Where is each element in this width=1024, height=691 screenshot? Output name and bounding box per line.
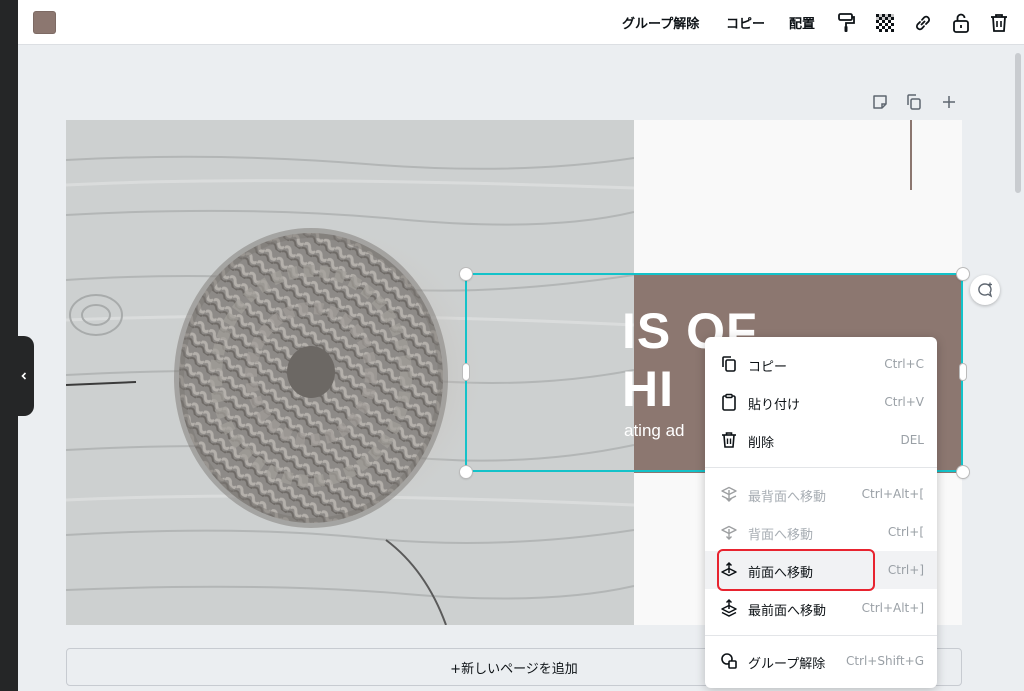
crochet-photo[interactable] [66, 120, 634, 625]
menu-item-shortcut: Ctrl+Alt+[ [861, 487, 924, 501]
menu-divider [705, 467, 937, 468]
menu-item-delete[interactable]: 削除 DEL [705, 421, 937, 459]
copy-icon [722, 356, 736, 372]
resize-handle-top-right[interactable] [957, 268, 969, 280]
menu-item-label: 前面へ移動 [748, 566, 814, 581]
menu-item-send-backward[interactable]: 背面へ移動 Ctrl+[ [705, 513, 937, 551]
copy-button[interactable]: コピー [726, 13, 765, 32]
subheading-text[interactable]: ating ad [624, 422, 685, 439]
lock-icon[interactable] [949, 11, 973, 35]
menu-item-label: コピー [748, 360, 788, 375]
top-toolbar: グループ解除 コピー 配置 [18, 0, 1024, 45]
send-to-back-icon [721, 486, 737, 502]
clipboard-icon [722, 393, 736, 411]
resize-handle-right[interactable] [960, 364, 966, 380]
chevron-left-icon [21, 372, 27, 380]
menu-item-shortcut: DEL [900, 433, 924, 447]
menu-item-bring-forward[interactable]: 前面へ移動 Ctrl+] [705, 551, 937, 589]
duplicate-icon[interactable] [904, 92, 924, 112]
menu-item-label: 最前面へ移動 [748, 604, 827, 619]
paint-roller-icon[interactable] [834, 11, 858, 35]
add-icon[interactable] [939, 92, 959, 112]
vertical-scrollbar[interactable] [1012, 45, 1024, 691]
menu-item-label: 削除 [748, 436, 775, 451]
bring-to-front-icon [721, 598, 737, 617]
menu-item-label: 最背面へ移動 [748, 490, 827, 505]
resize-handle-top-left[interactable] [460, 268, 472, 280]
comment-add-icon [978, 282, 993, 298]
trash-icon [722, 432, 736, 448]
menu-item-paste[interactable]: 貼り付け Ctrl+V [705, 383, 937, 421]
send-backward-icon [721, 525, 737, 540]
resize-handle-left[interactable] [463, 364, 469, 380]
link-icon[interactable] [911, 11, 935, 35]
transparency-icon[interactable] [873, 11, 897, 35]
ungroup-icon [721, 653, 737, 669]
add-comment-button[interactable] [970, 275, 1000, 305]
bring-forward-icon [721, 561, 737, 577]
crochet-coaster-image [66, 120, 634, 625]
color-swatch-button[interactable] [33, 11, 56, 34]
menu-item-copy[interactable]: コピー Ctrl+C [705, 345, 937, 383]
heading-line-2[interactable]: HI [622, 364, 674, 414]
menu-item-shortcut: Ctrl+C [884, 357, 924, 371]
context-menu: コピー Ctrl+C 貼り付け Ctrl+V 削除 DEL 最背面へ移動 Ctr… [705, 337, 937, 688]
menu-item-label: グループ解除 [748, 657, 826, 672]
decorative-line[interactable] [910, 120, 912, 190]
resize-handle-bottom-left[interactable] [460, 466, 472, 478]
menu-item-shortcut: Ctrl+] [887, 563, 924, 577]
menu-item-send-to-back[interactable]: 最背面へ移動 Ctrl+Alt+[ [705, 475, 937, 513]
scrollbar-thumb[interactable] [1015, 53, 1021, 193]
menu-item-shortcut: Ctrl+V [884, 395, 924, 409]
note-icon[interactable] [870, 92, 890, 112]
menu-item-label: 背面へ移動 [748, 528, 814, 543]
trash-icon[interactable] [987, 11, 1011, 35]
menu-item-shortcut: Ctrl+Alt+] [861, 601, 924, 615]
menu-item-bring-to-front[interactable]: 最前面へ移動 Ctrl+Alt+] [705, 589, 937, 627]
collapse-panel-button[interactable] [14, 336, 34, 416]
resize-handle-bottom-right[interactable] [957, 466, 969, 478]
menu-item-label: 貼り付け [748, 398, 801, 413]
menu-item-ungroup[interactable]: グループ解除 Ctrl+Shift+G [705, 642, 937, 680]
menu-item-shortcut: Ctrl+[ [887, 525, 924, 539]
menu-item-shortcut: Ctrl+Shift+G [845, 654, 924, 668]
ungroup-button[interactable]: グループ解除 [622, 13, 699, 32]
menu-divider [705, 635, 937, 636]
arrange-button[interactable]: 配置 [789, 13, 815, 32]
